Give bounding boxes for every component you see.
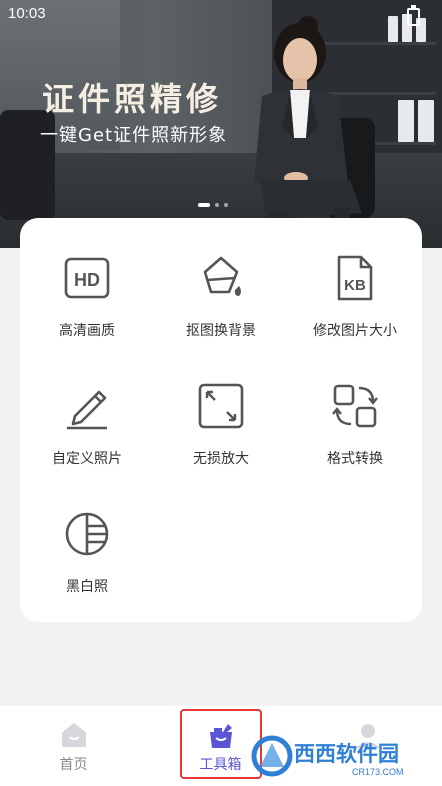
tool-label: 无损放大 [193, 451, 249, 467]
tool-label: 修改图片大小 [313, 323, 397, 339]
battery-icon [407, 5, 420, 26]
contrast-circle-icon [65, 512, 109, 556]
kb-file-icon: KB [337, 255, 373, 301]
home-icon [61, 723, 86, 747]
status-time: 10:03 [8, 5, 46, 22]
svg-text:CR173.COM: CR173.COM [352, 767, 404, 777]
tools-card: HD 高清画质 抠图换背景 KB 修改图片大小 自定义照片 无损放大 格式转换 … [20, 218, 422, 622]
tool-format-convert[interactable]: 格式转换 [288, 382, 422, 468]
carousel-dot-active [198, 203, 210, 207]
tool-custom-photo[interactable]: 自定义照片 [20, 382, 154, 468]
hd-icon: HD [64, 257, 110, 299]
svg-text:KB: KB [344, 277, 366, 294]
pencil-icon [67, 390, 107, 430]
banner-title: 证件照精修 [42, 80, 223, 118]
tab-home[interactable]: 首页 [0, 706, 147, 786]
tool-lossless-upscale[interactable]: 无损放大 [154, 382, 288, 468]
paint-bucket-icon [203, 256, 241, 296]
carousel-indicator [198, 203, 228, 207]
tool-label: 高清画质 [59, 323, 115, 339]
tool-label: 格式转换 [327, 451, 383, 467]
banner-subtitle: 一键Get证件照新形象 [40, 125, 228, 146]
tool-label: 自定义照片 [52, 451, 122, 467]
format-convert-icon [332, 384, 378, 428]
svg-text:西西软件园: 西西软件园 [294, 742, 399, 766]
svg-text:HD: HD [74, 270, 100, 290]
tool-resize-image[interactable]: KB 修改图片大小 [288, 254, 422, 340]
tool-label: 抠图换背景 [186, 323, 256, 339]
tool-black-white[interactable]: 黑白照 [20, 510, 154, 596]
tool-label: 黑白照 [66, 579, 108, 595]
watermark-logo: 西西软件园 CR173.COM [251, 735, 404, 777]
carousel-dot [215, 203, 219, 207]
tool-remove-background[interactable]: 抠图换背景 [154, 254, 288, 340]
tool-hd-quality[interactable]: HD 高清画质 [20, 254, 154, 340]
expand-icon [198, 383, 244, 429]
tab-home-label: 首页 [59, 757, 88, 773]
carousel-dot [224, 203, 228, 207]
banner-model-image [254, 16, 375, 248]
promo-banner[interactable]: 10:03 证件照精修 一键Get证件照新形象 [0, 0, 442, 248]
